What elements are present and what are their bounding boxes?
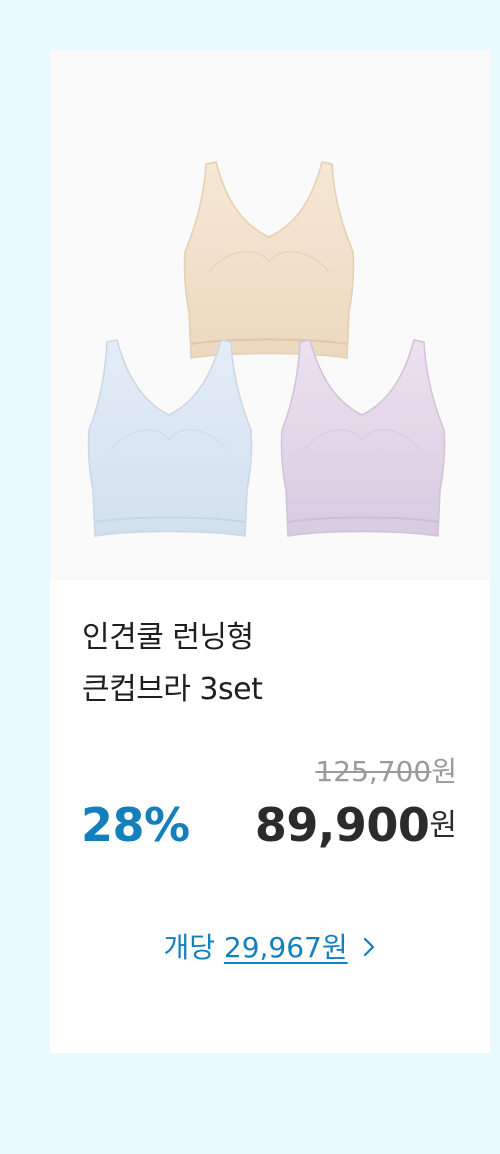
product-image[interactable]	[50, 50, 490, 580]
original-price-unit: 원	[431, 755, 457, 788]
sale-price-unit: 원	[429, 808, 457, 843]
original-price: 125,700원	[315, 750, 457, 790]
discount-rate: 28%	[81, 798, 190, 852]
per-unit-price-link[interactable]: 개당 29,967원	[50, 926, 490, 966]
sale-price: 89,900원	[255, 798, 457, 852]
product-title-line1: 인견쿨 런닝형	[82, 620, 254, 655]
bra-set-illustration	[87, 161, 446, 537]
sale-price-value: 89,900	[254, 798, 430, 852]
bra-blue	[87, 339, 253, 537]
original-price-value: 125,700	[315, 755, 432, 788]
product-card[interactable]: 인견쿨 런닝형 큰컵브라 3set 125,700원 28% 89,900원 개…	[50, 50, 490, 1053]
product-title[interactable]: 인견쿨 런닝형 큰컵브라 3set	[82, 612, 462, 716]
bra-beige	[183, 161, 355, 359]
per-unit-label: 개당	[163, 931, 215, 964]
product-title-line2: 큰컵브라 3set	[82, 672, 263, 707]
per-unit-price: 29,967원	[223, 931, 348, 964]
bra-lavender	[280, 339, 446, 537]
chevron-right-icon	[361, 933, 377, 966]
